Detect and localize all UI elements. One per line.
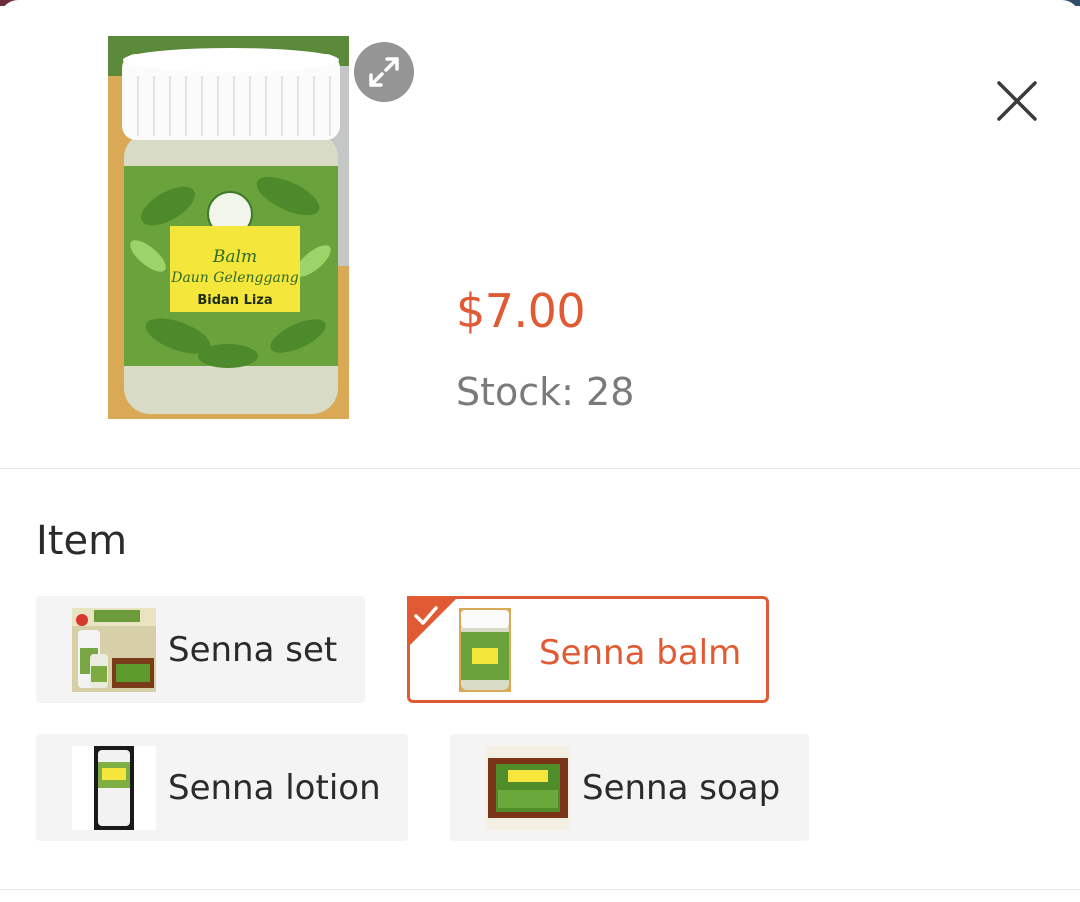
variation-bottom-sheet: Balm Daun Gelenggang Bidan Liza $7.00 St… [0, 0, 1080, 902]
option-thumbnail [72, 608, 156, 692]
divider [0, 889, 1080, 890]
product-price: $7.00 [456, 284, 586, 338]
option-label: Senna soap [582, 768, 781, 808]
variation-title: Item [36, 518, 128, 564]
expand-icon [369, 57, 399, 87]
option-senna-lotion[interactable]: Senna lotion [36, 734, 408, 841]
option-label: Senna lotion [168, 768, 381, 808]
option-thumbnail [72, 746, 156, 830]
option-thumbnail [459, 608, 543, 692]
option-senna-soap[interactable]: Senna soap [450, 734, 809, 841]
selected-check-badge [407, 596, 459, 648]
image-text-1: Balm [212, 247, 257, 267]
close-icon [997, 81, 1037, 121]
image-text-2: Daun Gelenggang [170, 270, 299, 286]
expand-image-button[interactable] [354, 42, 414, 102]
option-label: Senna balm [539, 633, 742, 673]
product-image[interactable]: Balm Daun Gelenggang Bidan Liza [108, 36, 349, 419]
stock-count: Stock: 28 [456, 370, 635, 414]
divider [0, 468, 1080, 469]
option-senna-set[interactable]: Senna set [36, 596, 365, 703]
option-thumbnail [486, 746, 570, 830]
option-senna-balm[interactable]: Senna balm [407, 596, 769, 703]
option-label: Senna set [168, 630, 338, 670]
image-text-3: Bidan Liza [197, 293, 272, 308]
close-button[interactable] [990, 74, 1044, 128]
